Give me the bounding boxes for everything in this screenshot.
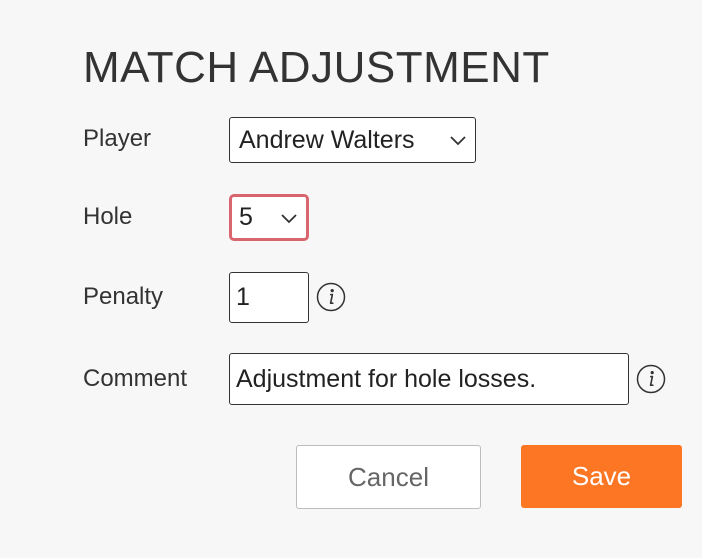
dialog-title: MATCH ADJUSTMENT	[83, 43, 550, 92]
save-button[interactable]: Save	[521, 445, 682, 508]
penalty-info-icon[interactable]	[316, 282, 346, 312]
comment-label: Comment	[83, 365, 188, 392]
comment-info-icon[interactable]	[636, 364, 666, 394]
hole-label: Hole	[83, 203, 133, 230]
comment-input[interactable]	[229, 353, 629, 405]
penalty-label: Penalty	[83, 283, 164, 310]
player-label: Player	[83, 125, 152, 152]
match-adjustment-dialog: MATCH ADJUSTMENT Player Andrew Walters H…	[0, 0, 702, 558]
hole-select[interactable]: 5	[229, 194, 309, 241]
player-select[interactable]: Andrew Walters	[229, 117, 476, 163]
player-select-value: Andrew Walters	[239, 125, 415, 154]
chevron-down-icon	[281, 213, 297, 223]
chevron-down-icon	[450, 136, 466, 146]
hole-select-value: 5	[239, 203, 253, 231]
cancel-button[interactable]: Cancel	[296, 445, 481, 509]
penalty-input[interactable]	[229, 272, 309, 323]
